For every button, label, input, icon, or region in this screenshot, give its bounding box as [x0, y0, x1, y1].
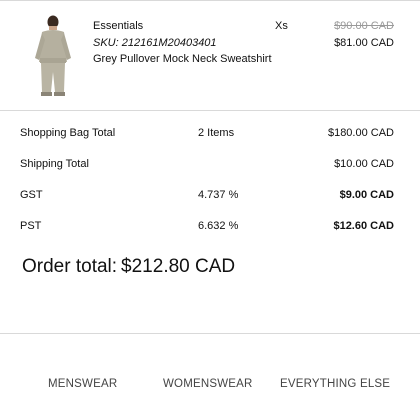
sale-price: $81.00 CAD — [334, 37, 394, 49]
summary-row-shopping-bag: Shopping Bag Total 2 Items $180.00 CAD — [0, 127, 420, 143]
row-label: Shipping Total — [20, 158, 89, 170]
summary-row-shipping: Shipping Total $10.00 CAD — [0, 158, 420, 174]
row-value: $10.00 CAD — [334, 158, 394, 170]
row-label: PST — [20, 220, 42, 232]
original-price: $90.00 CAD — [334, 20, 394, 32]
product-size: Xs — [275, 20, 288, 32]
product-thumbnail[interactable] — [30, 14, 76, 96]
row-label: GST — [20, 189, 43, 201]
top-divider — [0, 0, 420, 1]
summary-row-gst: GST 4.737 % $9.00 CAD — [0, 189, 420, 205]
summary-divider — [0, 110, 420, 111]
order-total: Order total: $212.80 CAD — [22, 256, 235, 278]
product-name[interactable]: Grey Pullover Mock Neck Sweatshirt — [93, 53, 272, 65]
nav-everything-else[interactable]: EVERYTHING ELSE — [280, 378, 390, 390]
row-value: $12.60 CAD — [333, 220, 394, 232]
row-value: $9.00 CAD — [339, 189, 394, 201]
tax-rate: 6.632 % — [198, 220, 239, 232]
item-count: 2 Items — [198, 127, 235, 139]
nav-womenswear[interactable]: WOMENSWEAR — [163, 378, 253, 390]
row-value: $180.00 CAD — [327, 127, 394, 139]
row-label: Shopping Bag Total — [20, 127, 116, 139]
summary-row-pst: PST 6.632 % $12.60 CAD — [0, 220, 420, 236]
footer-divider — [0, 333, 420, 334]
order-total-value: $212.80 CAD — [121, 256, 236, 277]
product-sku: SKU: 212161M20403401 — [93, 37, 217, 49]
tax-rate: 4.737 % — [198, 189, 239, 201]
product-brand[interactable]: Essentials — [93, 20, 143, 32]
order-total-label: Order total: — [22, 256, 118, 277]
nav-menswear[interactable]: MENSWEAR — [48, 378, 117, 390]
